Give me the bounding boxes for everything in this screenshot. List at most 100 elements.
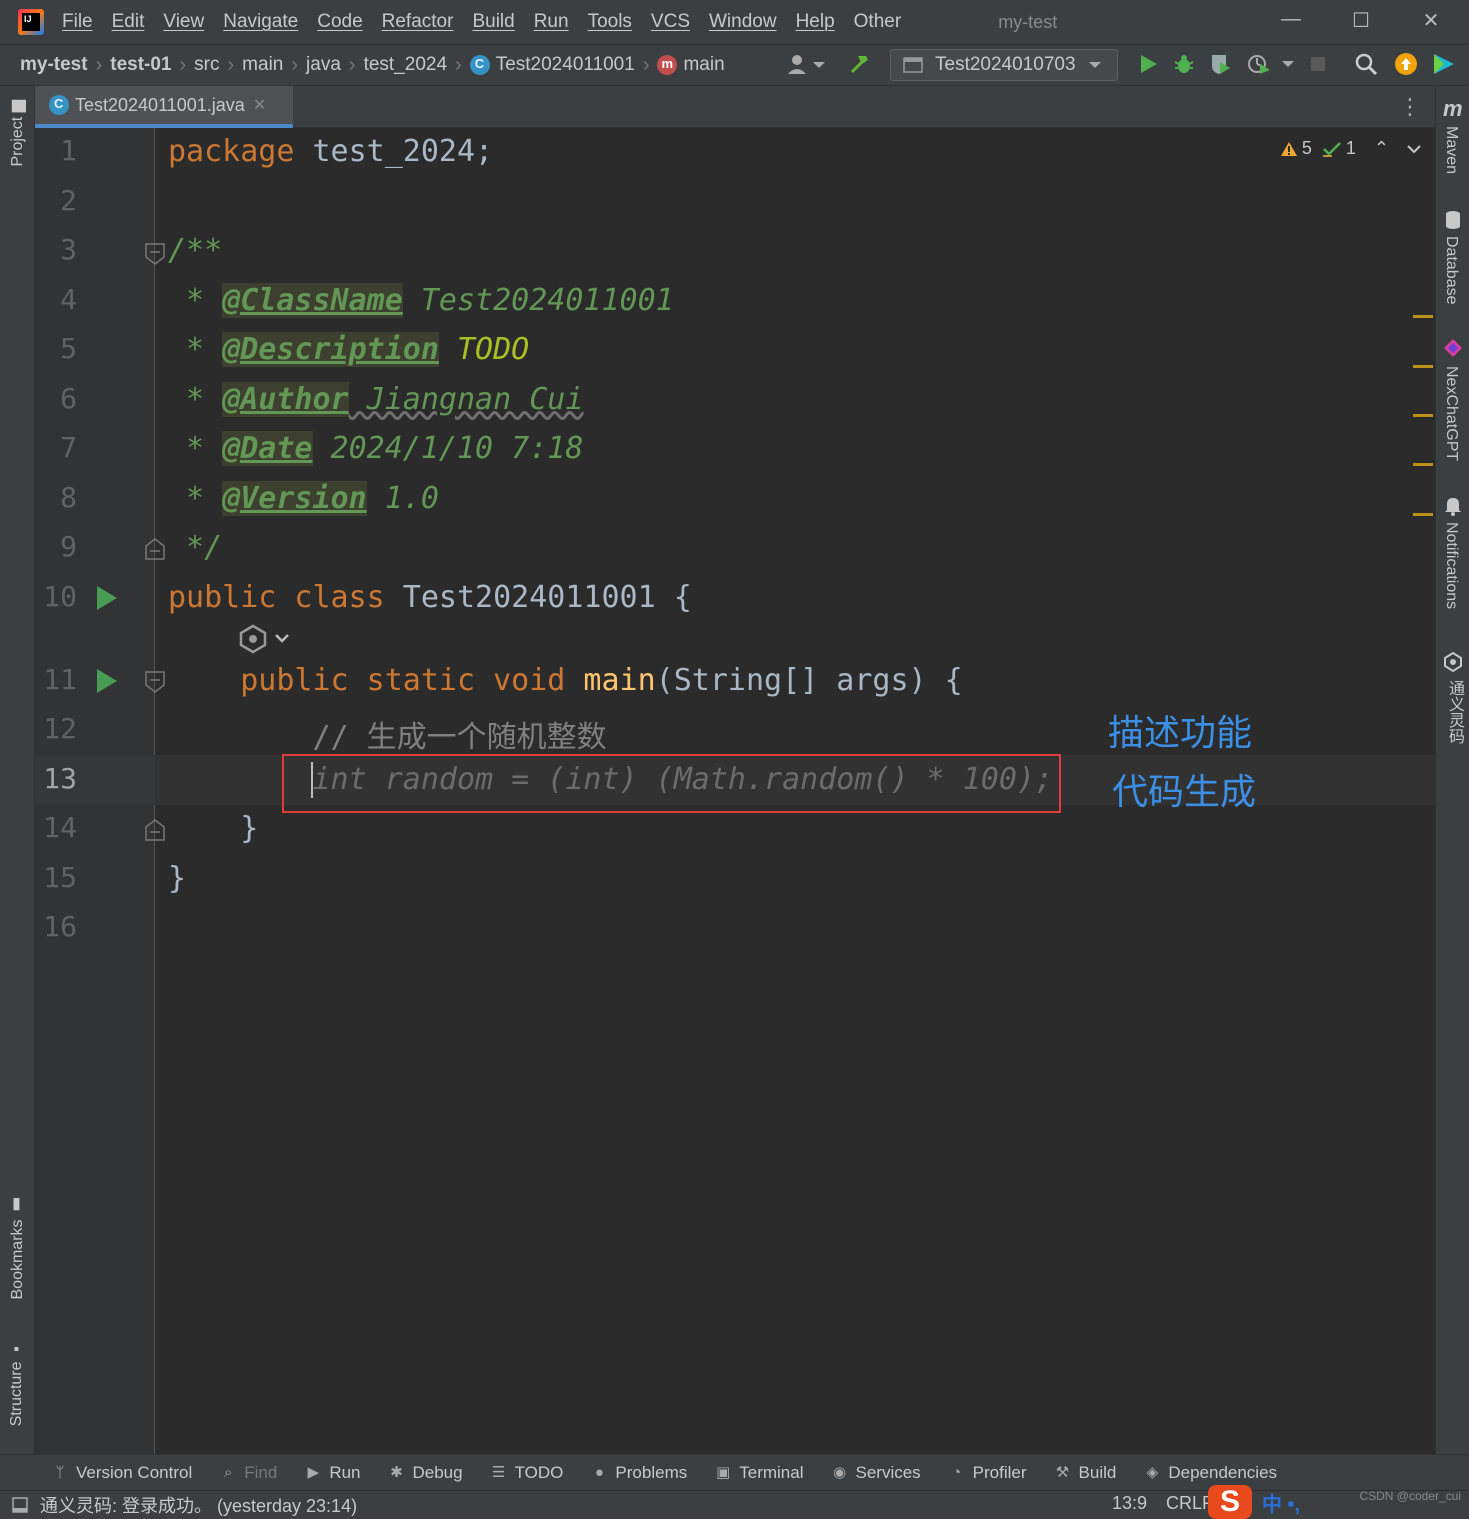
input-method-bar[interactable]: S 中 •, CSDN @coder_cui [1208, 1485, 1469, 1519]
menu-file[interactable]: File [62, 11, 93, 33]
breadcrumb-src[interactable]: src [194, 54, 219, 76]
line-separator[interactable]: CRLF [1166, 1493, 1213, 1514]
menu-navigate[interactable]: Navigate [223, 11, 298, 33]
status-message[interactable]: 通义灵码: 登录成功。 (yesterday 23:14) [40, 1492, 357, 1518]
run-configuration-select[interactable]: Test2024010703 [890, 49, 1118, 81]
tool-todo[interactable]: ☰ TODO [491, 1463, 564, 1483]
coverage-icon[interactable] [1208, 52, 1232, 76]
menu-tools[interactable]: Tools [588, 11, 632, 33]
stop-icon[interactable] [1306, 52, 1330, 76]
tool-version-control[interactable]: ᛘ Version Control [52, 1463, 192, 1483]
editor-tab-active[interactable]: Test2024011001.java ✕ [35, 86, 293, 128]
tool-profiler[interactable]: ◔ Profiler [949, 1463, 1026, 1483]
breadcrumb-class[interactable]: Test2024011001 [469, 54, 635, 76]
breadcrumb-module[interactable]: test-01 [110, 54, 171, 76]
database-icon [1446, 211, 1460, 229]
breadcrumb-separator: › [227, 53, 235, 76]
run-main-gutter-icon[interactable] [97, 669, 117, 693]
profiler-run-icon[interactable] [1246, 52, 1296, 76]
tool-find[interactable]: ⌕ Find [220, 1463, 277, 1483]
code-line-7: * @Date 2024/1/10 7:18 [168, 431, 584, 466]
tool-nexchatgpt[interactable]: NexChatGPT [1442, 366, 1460, 461]
tool-build[interactable]: ⚒ Build [1055, 1463, 1117, 1483]
breadcrumb-method-label: main [683, 54, 725, 75]
search-icon[interactable] [1354, 52, 1378, 76]
sogou-ime-icon: S [1208, 1485, 1252, 1519]
menu-help[interactable]: Help [796, 11, 835, 33]
ai-assistant-inline-icon[interactable] [238, 624, 294, 654]
warning-count: 5 [1301, 138, 1312, 158]
menu-code[interactable]: Code [317, 11, 362, 33]
fold-end-icon[interactable] [145, 819, 165, 841]
code-line-14: } [168, 811, 259, 846]
tool-maven[interactable]: Maven [1442, 126, 1460, 174]
update-icon[interactable] [1394, 52, 1418, 76]
line-number: 5 [60, 332, 77, 365]
build-hammer-icon[interactable] [848, 52, 872, 76]
fold-collapse-icon[interactable] [145, 243, 165, 265]
tool-structure[interactable]: Structure ▪ [8, 1340, 26, 1426]
line-number: 10 [43, 580, 77, 613]
fold-collapse-icon[interactable] [145, 671, 165, 693]
menu-refactor[interactable]: Refactor [382, 11, 454, 33]
tool-dependencies[interactable]: ◈ Dependencies [1144, 1463, 1277, 1483]
fold-end-icon[interactable] [145, 538, 165, 560]
next-highlight-icon[interactable] [1407, 144, 1421, 154]
tool-notifications[interactable]: Notifications [1442, 522, 1460, 609]
line-number: 8 [60, 481, 77, 514]
tool-tongyi-lingma[interactable]: 通义灵码 [1442, 680, 1466, 744]
application-config-icon [903, 57, 923, 73]
code-line-8: * @Version 1.0 [168, 481, 439, 516]
tool-debug[interactable]: ✱ Debug [389, 1463, 462, 1483]
warning-stripe-marker[interactable] [1413, 365, 1433, 368]
breadcrumb-project[interactable]: my-test [20, 54, 88, 76]
menu-run[interactable]: Run [534, 11, 569, 33]
line-number: 4 [60, 283, 77, 316]
tool-run[interactable]: ▶ Run [305, 1463, 361, 1483]
code-line-10: public class Test2024011001 { [168, 580, 692, 615]
breadcrumb-separator: › [348, 53, 356, 76]
menu-window[interactable]: Window [709, 11, 777, 33]
tool-services[interactable]: ◉ Services [831, 1463, 921, 1483]
warning-stripe-marker[interactable] [1413, 463, 1433, 466]
tab-options-icon[interactable]: ⋮ [1399, 94, 1421, 120]
breadcrumb-separator: › [642, 53, 650, 76]
close-window-button[interactable]: ✕ [1416, 8, 1446, 36]
warning-stripe-marker[interactable] [1413, 414, 1433, 417]
line-number: 16 [43, 910, 77, 943]
tab-close-icon[interactable]: ✕ [253, 95, 266, 115]
tool-database[interactable]: Database [1442, 236, 1460, 305]
maximize-button[interactable]: ☐ [1346, 8, 1376, 36]
menu-vcs[interactable]: VCS [651, 11, 690, 33]
code-line-9: */ [168, 530, 223, 565]
code-line-6: * @Author Jiangnan Cui [168, 382, 584, 417]
menu-other[interactable]: Other [854, 11, 902, 33]
dependencies-icon: ◈ [1146, 1463, 1159, 1481]
warning-stripe-marker[interactable] [1413, 315, 1433, 318]
tool-problems[interactable]: ● Problems [591, 1463, 687, 1483]
breadcrumb-package[interactable]: test_2024 [364, 54, 447, 76]
annotation-generate: 代码生成 [1112, 772, 1257, 813]
warning-stripe-marker[interactable] [1413, 513, 1433, 516]
window-title: my-test [998, 11, 1058, 32]
inspections-widget[interactable]: 5 1 ⌃ [1280, 138, 1421, 159]
caret-position[interactable]: 13:9 [1112, 1493, 1147, 1514]
previous-highlight-icon[interactable]: ⌃ [1374, 138, 1389, 159]
tool-bookmarks[interactable]: Bookmarks ▮ [8, 1196, 27, 1299]
toggle-tool-windows-icon[interactable] [12, 1497, 28, 1513]
minimize-button[interactable]: — [1276, 8, 1306, 36]
breadcrumb-method[interactable]: main [657, 54, 725, 76]
breadcrumb-java[interactable]: java [306, 54, 341, 76]
debug-bug-icon[interactable] [1172, 52, 1196, 76]
menu-build[interactable]: Build [472, 11, 514, 33]
warning-icon [1280, 141, 1297, 156]
run-class-gutter-icon[interactable] [97, 586, 117, 610]
menu-view[interactable]: View [163, 11, 204, 33]
user-account-icon[interactable] [786, 52, 826, 76]
plugin-logo-icon[interactable] [1432, 52, 1456, 76]
breadcrumb-main[interactable]: main [242, 54, 283, 76]
tool-project[interactable]: Project ▆ [8, 100, 27, 167]
run-icon[interactable] [1136, 52, 1160, 76]
tool-terminal[interactable]: ▣ Terminal [715, 1463, 803, 1483]
menu-edit[interactable]: Edit [112, 11, 145, 33]
